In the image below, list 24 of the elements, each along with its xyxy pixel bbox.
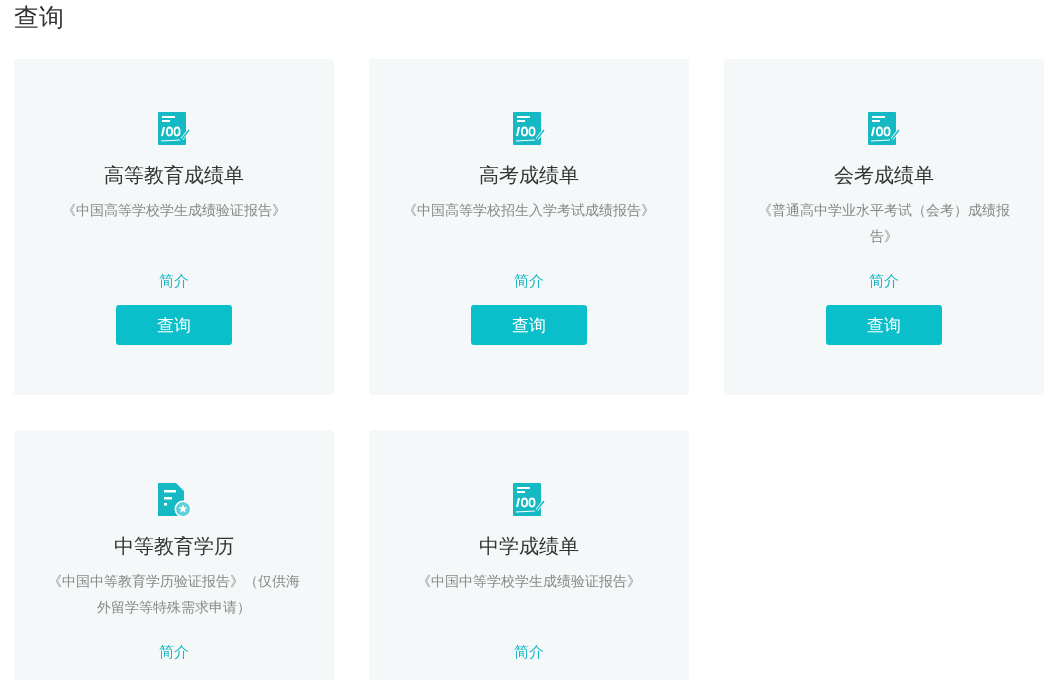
score-sheet-icon — [511, 111, 547, 147]
intro-link[interactable]: 简介 — [869, 269, 899, 293]
intro-link[interactable]: 简介 — [159, 269, 189, 293]
query-button[interactable]: 查询 — [471, 305, 587, 345]
card-description: 《中国高等学校招生入学考试成绩报告》 — [402, 201, 656, 220]
score-sheet-icon — [866, 111, 902, 147]
card-title: 会考成绩单 — [834, 162, 934, 189]
page-title: 查询 — [14, 2, 65, 34]
intro-link[interactable]: 简介 — [514, 269, 544, 293]
intro-link[interactable]: 简介 — [514, 640, 544, 664]
score-sheet-icon — [511, 482, 547, 518]
query-button[interactable]: 查询 — [116, 305, 232, 345]
intro-link[interactable]: 简介 — [159, 640, 189, 664]
card-description: 《中国中等教育学历验证报告》（仅供海外留学等特殊需求申请） — [47, 572, 301, 617]
card-title: 高等教育成绩单 — [104, 162, 244, 189]
score-sheet-icon — [156, 111, 192, 147]
document-star-icon — [156, 482, 192, 518]
card-description: 《中国中等学校学生成绩验证报告》 — [416, 572, 642, 591]
card-title: 中等教育学历 — [114, 533, 234, 560]
card-description: 《普通高中学业水平考试（会考）成绩报告》 — [757, 201, 1011, 246]
card-title: 高考成绩单 — [479, 162, 579, 189]
card-description: 《中国高等学校学生成绩验证报告》 — [61, 201, 287, 220]
query-button[interactable]: 查询 — [826, 305, 942, 345]
card-title: 中学成绩单 — [479, 533, 579, 560]
